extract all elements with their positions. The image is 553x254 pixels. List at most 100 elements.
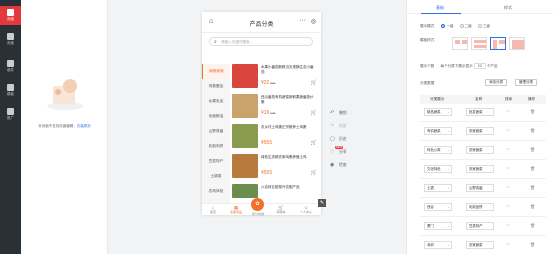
category-select[interactable]: 有机蔬菜 ⌄ <box>424 127 452 135</box>
category-item[interactable]: 乳制肉饼 <box>202 139 230 154</box>
redo-button[interactable]: ↷ 恢复 <box>330 123 360 136</box>
sort-icon[interactable]: ↑↓ <box>506 242 510 246</box>
product-card[interactable]: 绿色生态鲜农家鸡蛋养殖土鸡 ¥555 🛒 <box>232 154 319 178</box>
product-image <box>232 94 258 118</box>
category-name-input[interactable]: 农家蔬菜 <box>466 146 494 154</box>
cart-icon[interactable]: 🛒 <box>311 140 317 146</box>
template-option-3[interactable] <box>490 37 506 50</box>
category-item[interactable]: 山野真菌 <box>202 124 230 139</box>
sort-icon[interactable]: ↑↓ <box>506 223 510 227</box>
trash-icon[interactable]: 🗑 <box>530 185 535 190</box>
nav-item-template[interactable]: 模板 <box>0 81 21 100</box>
manage-category-button[interactable]: 管理分类 <box>515 79 537 86</box>
nav-item-page-2[interactable]: 页面 <box>0 30 21 49</box>
product-image <box>232 154 258 178</box>
trash-icon[interactable]: 🗑 <box>530 147 535 152</box>
category-select[interactable]: 西谷 ⌄ <box>424 203 452 211</box>
table-row: 深圳 ⌄ 农家蔬菜 ↑↓ 🗑 <box>420 237 546 254</box>
category-select[interactable]: 精品蔬菜 ⌄ <box>424 108 452 116</box>
tab-all-products[interactable]: ▦ 全部商品 <box>226 205 246 214</box>
show-type-level3[interactable]: 三级 <box>477 24 490 29</box>
display-count-row: 展示个数 每个分类下展示显示 20 个产品 <box>420 63 498 69</box>
table-row: 土锅 ⌄ 山野真菌 ↑↓ 🗑 <box>420 180 546 198</box>
sort-icon[interactable]: ↑↓ <box>506 109 510 113</box>
category-item[interactable]: 水果乳品 <box>202 94 230 109</box>
tab-points-mall[interactable]: 积分商城 <box>247 212 269 216</box>
trash-icon[interactable]: 🗑 <box>530 109 535 114</box>
search-input[interactable]: ⌕ 请输入关键词搜索... <box>209 37 313 46</box>
template-option-1[interactable] <box>452 37 468 50</box>
points-mall-button[interactable]: ✿ <box>251 198 264 211</box>
cart-icon[interactable]: 🛒 <box>311 170 317 176</box>
target-icon[interactable]: ◎ <box>311 18 316 25</box>
tab-profile[interactable]: ☺ 个人中心 <box>296 205 316 214</box>
category-select[interactable]: 特色公寓 ⌄ <box>424 146 452 154</box>
product-card[interactable]: 农乡村土鸡蛋正宗散养土鸡蛋 ¥555 🛒 <box>232 124 319 148</box>
add-category-button[interactable]: 添加分类 <box>485 79 507 86</box>
show-type-level1[interactable]: 一级 <box>441 24 454 29</box>
template-option-4[interactable] <box>509 37 525 50</box>
tab-cart[interactable]: 🛒 购物车 <box>271 205 291 214</box>
undo-button[interactable]: ↶ 撤销 <box>330 110 360 123</box>
category-item[interactable]: 肉禽蛋品 <box>202 79 230 94</box>
tab-home[interactable]: ⌂ 首页 <box>203 205 223 214</box>
trash-icon[interactable]: 🗑 <box>530 223 535 228</box>
show-type-row: 展示模式 一级 二级 三级 <box>420 24 490 29</box>
product-card[interactable]: 水果小番茄新鲜当天现摘生态小番茄 ¥22¥40 🛒 <box>232 64 319 88</box>
category-item[interactable]: 新鲜蔬菜 <box>202 64 230 79</box>
left-panel: 本页面不支持页面编辑，去装修页 <box>21 0 108 254</box>
search-icon: ⌕ <box>214 39 217 45</box>
more-icon[interactable]: ··· <box>299 17 306 24</box>
trash-icon[interactable]: 🗑 <box>530 166 535 171</box>
show-type-level2[interactable]: 二级 <box>459 24 472 29</box>
category-name-input[interactable]: 农家蔬菜 <box>466 165 494 173</box>
category-item[interactable]: 米面粮油 <box>202 109 230 124</box>
tab-style[interactable]: 样式 <box>504 5 512 11</box>
redo-icon: ↷ <box>330 123 335 129</box>
sort-icon[interactable]: ↑↓ <box>506 204 510 208</box>
trash-icon[interactable]: 🗑 <box>530 242 535 247</box>
category-item[interactable]: 豆类特产 <box>202 154 230 169</box>
trash-icon[interactable]: 🗑 <box>530 204 535 209</box>
share-button[interactable]: ♡ NEW 分享 <box>330 146 360 162</box>
category-select[interactable]: 文化特色 ⌄ <box>424 165 452 173</box>
product-image <box>232 184 258 198</box>
display-count-input[interactable]: 20 <box>473 63 486 69</box>
category-select[interactable]: 厦门 ⌄ <box>424 222 452 230</box>
chevron-down-icon: ⌄ <box>447 205 450 209</box>
tab-basic[interactable]: 基础 <box>436 5 444 11</box>
pencil-icon[interactable]: ✎ <box>318 199 326 207</box>
cart-icon[interactable]: 🛒 <box>311 80 317 86</box>
product-card[interactable]: 西瓜番茄有机蔬菜新鲜果蔬番茄炒蛋 ¥19¥25 🛒 <box>232 94 319 118</box>
toolbar: ↶ 撤销 ↷ 恢复 ▢ 历史 ♡ NEW 分享 ◉ 检查 <box>330 110 360 175</box>
new-badge: NEW <box>335 146 344 149</box>
sort-icon[interactable]: ↑↓ <box>506 185 510 189</box>
phone-header: ⌂ 产品分类 ··· ◎ <box>202 12 321 33</box>
sort-icon[interactable]: ↑↓ <box>506 128 510 132</box>
page-icon <box>7 33 14 40</box>
category-name-input[interactable]: 批发蔬菜 <box>466 108 494 116</box>
empty-tip: 本页面不支持页面编辑，去装修页 <box>38 124 91 128</box>
check-button[interactable]: ◉ 检查 <box>330 162 360 175</box>
nav-item-promote[interactable]: 推广 <box>0 105 21 124</box>
check-icon: ◉ <box>330 162 335 168</box>
category-name-input[interactable]: 山野真菌 <box>466 184 494 192</box>
trash-icon[interactable]: 🗑 <box>530 128 535 133</box>
template-option-2[interactable] <box>471 37 487 50</box>
category-name-input[interactable]: 乳制品饼 <box>466 203 494 211</box>
category-name-input[interactable]: 农家蔬菜 <box>466 127 494 135</box>
cart-icon[interactable]: 🛒 <box>311 110 317 116</box>
sort-icon[interactable]: ↑↓ <box>506 166 510 170</box>
product-image <box>232 64 258 88</box>
nav-item-component[interactable]: 组件 <box>0 57 21 76</box>
side-nav: 页面 页面 组件 模板 推广 <box>0 0 21 254</box>
category-item[interactable]: 农场体验 <box>202 184 230 199</box>
nav-item-page[interactable]: 页面 <box>0 6 21 25</box>
sort-icon[interactable]: ↑↓ <box>506 147 510 151</box>
category-item[interactable]: 土锅菜 <box>202 169 230 184</box>
category-name-input[interactable]: 豆类特产 <box>466 222 494 230</box>
category-name-input[interactable]: 农家蔬菜 <box>466 241 494 249</box>
category-select[interactable]: 深圳 ⌄ <box>424 241 452 249</box>
category-select[interactable]: 土锅 ⌄ <box>424 184 452 192</box>
go-decorate-link[interactable]: 去装修页 <box>77 124 91 128</box>
